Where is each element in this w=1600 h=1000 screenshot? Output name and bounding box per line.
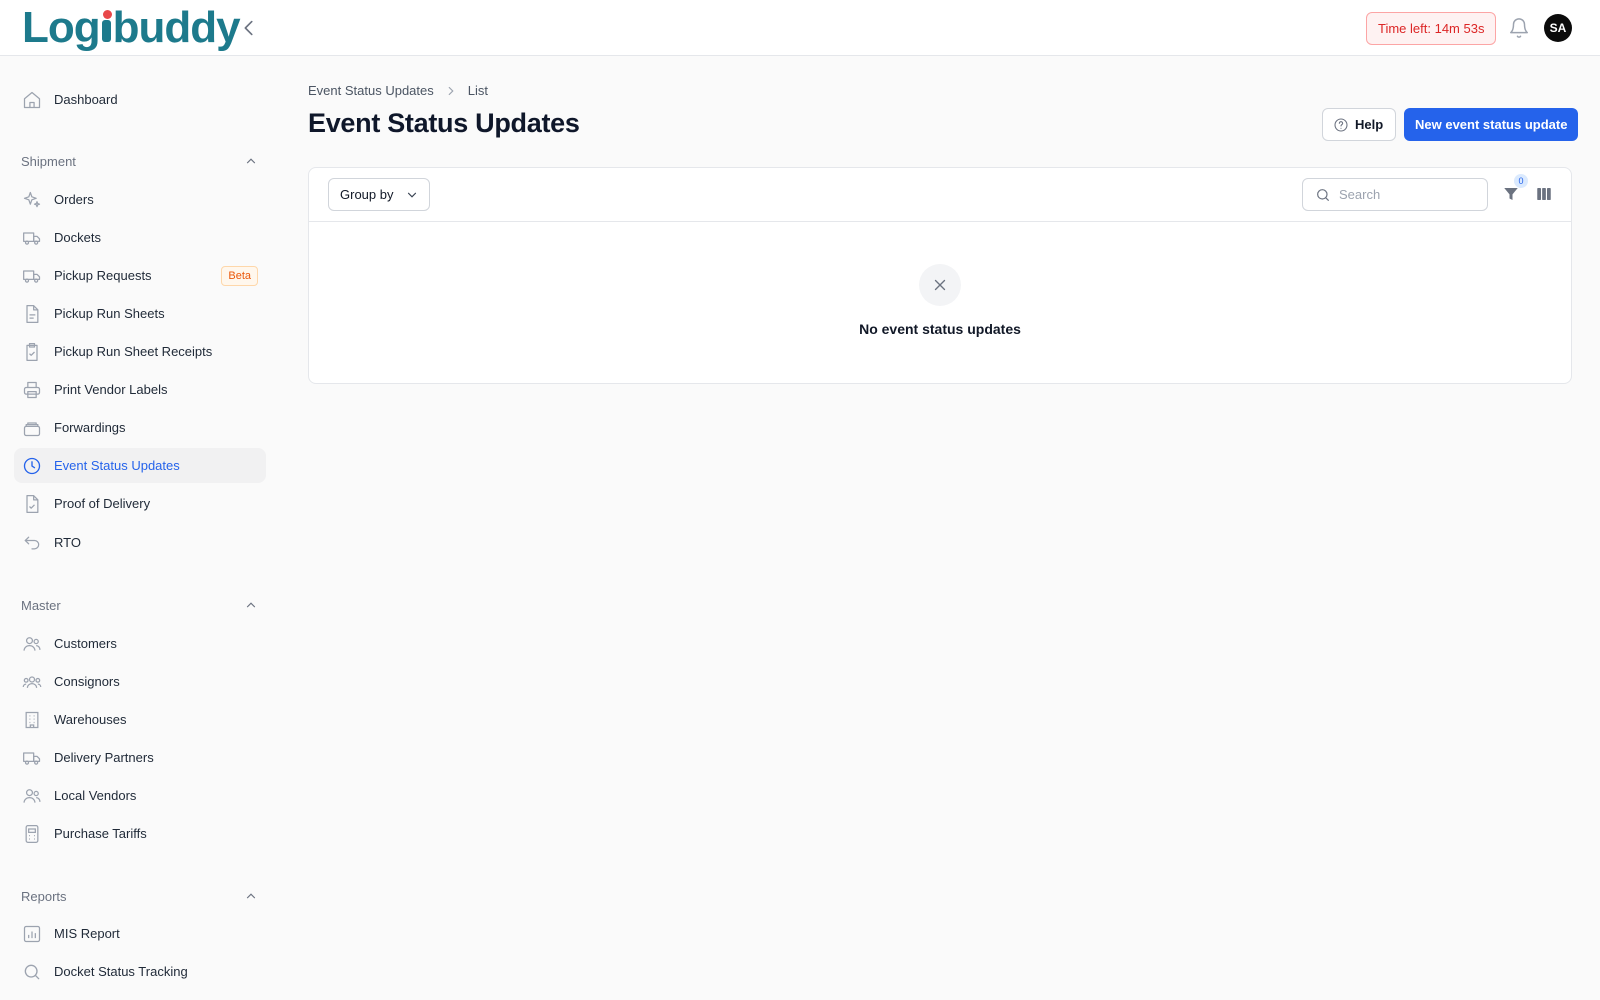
section-title: Master <box>21 597 61 613</box>
sidebar-item-consignors[interactable]: Consignors <box>14 664 266 699</box>
search-icon <box>1317 188 1329 201</box>
filter-count-badge: 0 <box>1514 174 1528 188</box>
session-timer-badge: Time left: 14m 53s <box>1366 12 1497 45</box>
section-title: Reports <box>21 888 67 904</box>
chevron-up-icon <box>246 893 256 899</box>
search-icon <box>24 964 40 979</box>
sidebar-item-dockets[interactable]: Dockets <box>14 220 266 255</box>
document-icon <box>26 304 39 323</box>
sidebar-item-dashboard[interactable]: Dashboard <box>14 82 266 117</box>
sidebar-item-event-status-updates[interactable]: Event Status Updates <box>14 448 266 483</box>
sidebar-item-pickup-requests[interactable]: Pickup Requests Beta <box>14 258 266 293</box>
breadcrumb-link-event-status-updates[interactable]: Event Status Updates <box>308 83 434 98</box>
sidebar-item-label: Warehouses <box>54 712 127 727</box>
list-toolbar: Group by 0 <box>309 168 1571 222</box>
group-by-label: Group by <box>340 187 394 202</box>
sidebar-item-mis-report[interactable]: MIS Report <box>14 916 266 951</box>
section-header-shipment[interactable]: Shipment <box>21 151 258 171</box>
sidebar-item-label: MIS Report <box>54 926 120 941</box>
users-icon <box>23 788 41 803</box>
help-button[interactable]: Help <box>1322 108 1397 141</box>
home-icon <box>23 91 41 108</box>
breadcrumb: Event Status Updates List <box>308 83 488 98</box>
new-event-status-update-button[interactable]: New event status update <box>1404 108 1579 141</box>
sidebar-item-label: Customers <box>54 636 117 651</box>
sidebar-item-label: Docket Status Tracking <box>54 964 188 979</box>
sidebar-item-rto[interactable]: RTO <box>14 525 266 560</box>
return-arrow-icon <box>24 536 40 549</box>
logibuddy-logo[interactable]: Log buddy <box>22 4 241 52</box>
columns-icon[interactable] <box>1535 185 1553 203</box>
empty-state-x-icon <box>919 264 961 306</box>
sidebar-item-label: Delivery Partners <box>54 750 154 765</box>
sidebar-item-forwardings[interactable]: Forwardings <box>14 410 266 445</box>
sidebar-item-label: Pickup Requests <box>54 268 152 283</box>
sidebar-item-proof-of-delivery[interactable]: Proof of Delivery <box>14 486 266 521</box>
clock-icon <box>23 457 41 474</box>
bar-chart-icon <box>23 925 41 942</box>
sidebar-item-pickup-run-sheet-receipts[interactable]: Pickup Run Sheet Receipts <box>14 334 266 369</box>
chevron-down-icon <box>407 192 417 198</box>
calculator-icon <box>25 824 39 843</box>
breadcrumb-current: List <box>467 83 488 98</box>
printer-icon <box>23 381 41 398</box>
sidebar-item-customers[interactable]: Customers <box>14 626 266 661</box>
clipboard-check-icon <box>26 342 38 361</box>
sidebar-item-orders[interactable]: Orders <box>14 182 266 217</box>
sidebar-item-pickup-run-sheets[interactable]: Pickup Run Sheets <box>14 296 266 331</box>
layers-icon <box>23 421 41 436</box>
sidebar-item-label: Pickup Run Sheets <box>54 306 165 321</box>
sidebar: Dashboard Shipment Orders Dockets Pickup… <box>0 56 280 1000</box>
beta-badge: Beta <box>221 266 258 286</box>
sidebar-item-print-vendor-labels[interactable]: Print Vendor Labels <box>14 372 266 407</box>
notifications-bell-icon[interactable] <box>1508 17 1530 39</box>
sidebar-item-delivery-partners[interactable]: Delivery Partners <box>14 740 266 775</box>
users-icon <box>23 636 41 651</box>
document-check-icon <box>26 494 39 513</box>
sidebar-item-label: Consignors <box>54 674 120 689</box>
sidebar-item-label: Dashboard <box>54 92 118 107</box>
sidebar-item-label: Forwardings <box>54 420 126 435</box>
search-input[interactable] <box>1339 187 1479 202</box>
user-group-icon <box>22 675 42 688</box>
list-card: Group by 0 No event status updates <box>308 167 1572 384</box>
group-by-dropdown[interactable]: Group by <box>328 178 430 211</box>
section-header-reports[interactable]: Reports <box>21 886 258 906</box>
sparkles-icon <box>23 191 41 207</box>
section-header-master[interactable]: Master <box>21 595 258 615</box>
sidebar-item-label: Event Status Updates <box>54 458 180 473</box>
sidebar-item-label: Proof of Delivery <box>54 496 151 511</box>
chevron-right-icon <box>448 86 454 95</box>
chevron-up-icon <box>246 158 256 164</box>
filter-icon[interactable] <box>1502 185 1520 203</box>
sidebar-item-purchase-tariffs[interactable]: Purchase Tariffs <box>14 816 266 851</box>
sidebar-item-label: Print Vendor Labels <box>54 382 168 397</box>
search-field[interactable] <box>1302 178 1488 211</box>
truck-icon <box>23 269 41 283</box>
sidebar-item-warehouses[interactable]: Warehouses <box>14 702 266 737</box>
truck-icon <box>23 751 41 765</box>
sidebar-item-label: Orders <box>54 192 94 207</box>
sidebar-item-label: Pickup Run Sheet Receipts <box>54 344 213 359</box>
sidebar-item-local-vendors[interactable]: Local Vendors <box>14 778 266 813</box>
sidebar-item-docket-status-tracking[interactable]: Docket Status Tracking <box>14 954 266 989</box>
collapse-sidebar-chevron-left-icon[interactable] <box>238 17 260 39</box>
page-title: Event Status Updates <box>308 108 580 138</box>
sidebar-item-label: Purchase Tariffs <box>54 826 147 841</box>
help-button-label: Help <box>1355 117 1384 132</box>
question-circle-icon <box>1334 117 1348 132</box>
chevron-up-icon <box>246 602 256 608</box>
empty-state-message: No event status updates <box>859 321 1021 337</box>
top-bar: Log buddy Time left: 14m 53s SA <box>0 0 1600 56</box>
sidebar-item-label: Dockets <box>54 230 101 245</box>
truck-icon <box>23 231 41 245</box>
sidebar-item-label: RTO <box>54 535 81 550</box>
section-title: Shipment <box>21 153 76 169</box>
building-icon <box>25 711 39 728</box>
sidebar-item-label: Local Vendors <box>54 788 137 803</box>
user-avatar[interactable]: SA <box>1544 14 1572 42</box>
